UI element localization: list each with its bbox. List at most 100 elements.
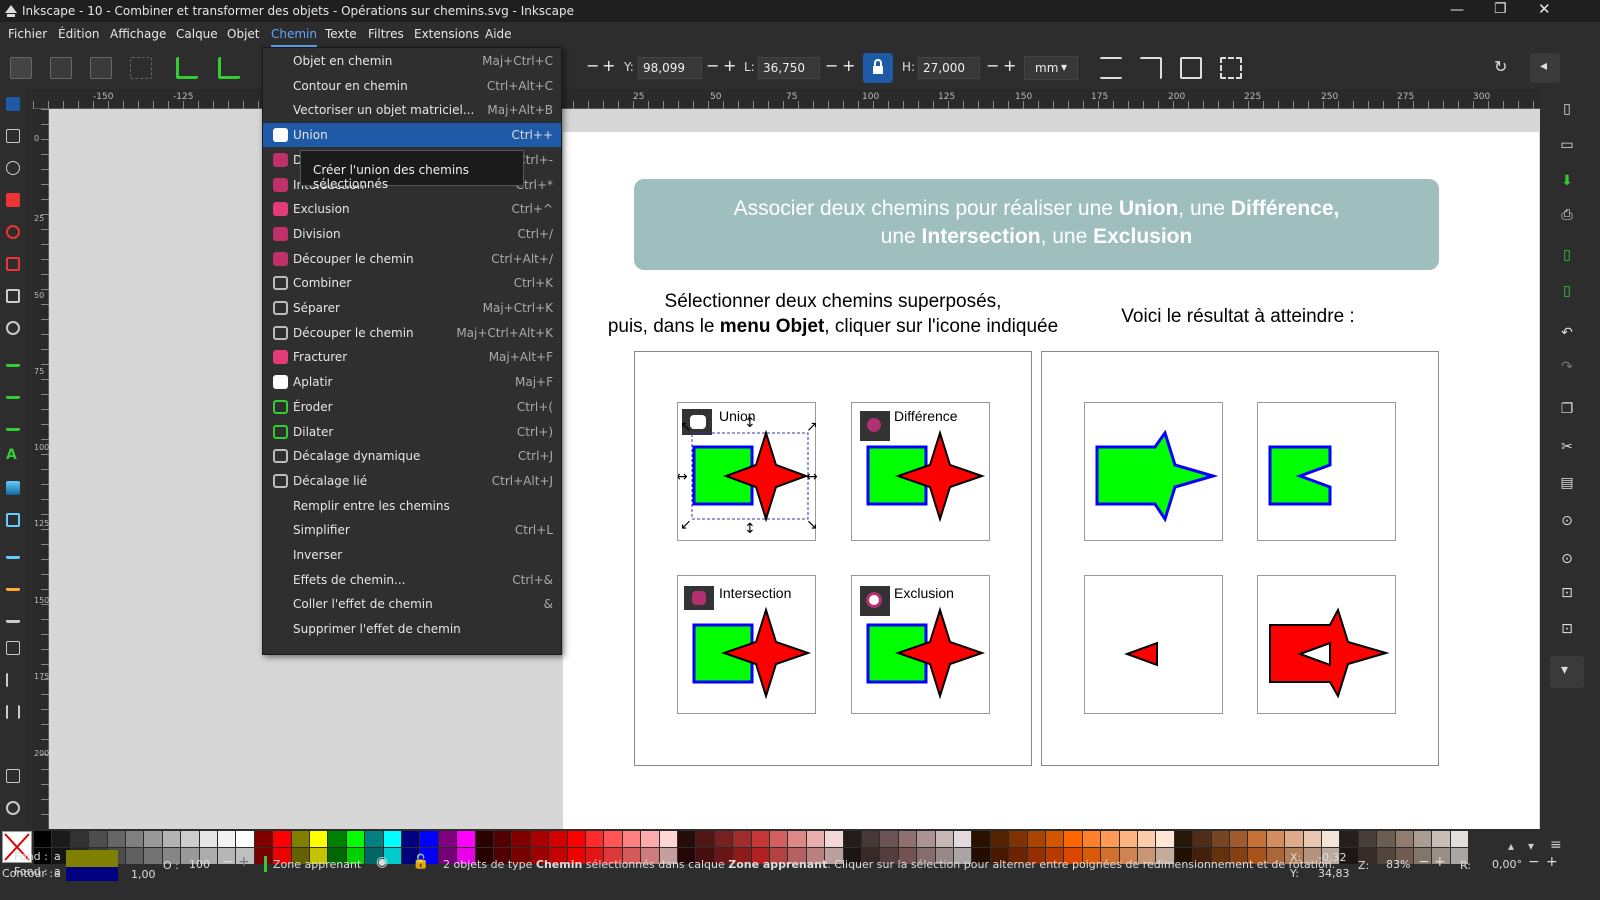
color-swatch[interactable] [512, 831, 530, 847]
color-swatch[interactable] [1414, 831, 1432, 847]
menu-aide[interactable]: Aide [485, 27, 512, 41]
menu-affichage[interactable]: Affichage [110, 27, 166, 41]
menu-item-séparer[interactable]: Séparer Maj+Ctrl+K [263, 296, 561, 320]
document-page[interactable]: Associer deux chemins pour réaliser une … [563, 132, 1539, 829]
menu-item-objet-en-chemin[interactable]: Objet en chemin Maj+Ctrl+C [263, 49, 561, 73]
menu-item-fracturer[interactable]: Fracturer Maj+Alt+F [263, 345, 561, 369]
zoom-selection-icon[interactable]: ⊙ [1557, 513, 1577, 531]
paint-bucket-tool-icon[interactable] [6, 577, 20, 591]
opacity-increment-button[interactable]: + [238, 854, 250, 870]
color-swatch[interactable] [218, 831, 236, 847]
color-swatch[interactable] [788, 831, 806, 847]
h-increment-button[interactable]: + [1003, 56, 1016, 75]
color-swatch[interactable] [438, 831, 457, 847]
menu-item-décalage-dynamique[interactable]: Décalage dynamique Ctrl+J [263, 444, 561, 468]
difference-card[interactable]: Différence [851, 402, 990, 541]
commands-toggle-button[interactable]: ◂ [1530, 53, 1560, 83]
zoom-width-icon[interactable]: ⊡ [1557, 621, 1577, 639]
rectangle-tool-icon[interactable] [6, 193, 20, 207]
select-same-icon[interactable] [130, 57, 152, 79]
menu-texte[interactable]: Texte [325, 27, 357, 41]
eraser-tool-icon[interactable] [6, 641, 20, 655]
color-swatch[interactable] [1119, 831, 1137, 847]
new-document-icon[interactable]: ▯ [1557, 101, 1577, 119]
fill-swatch[interactable] [66, 850, 118, 864]
deselect-icon[interactable] [90, 57, 112, 79]
menu-item-aplatir[interactable]: Aplatir Maj+F [263, 370, 561, 394]
color-swatch[interactable] [328, 831, 346, 847]
color-swatch[interactable] [604, 831, 622, 847]
color-swatch[interactable] [1377, 831, 1395, 847]
rotate-input[interactable]: 0,00° [1492, 858, 1522, 871]
color-swatch[interactable] [1211, 831, 1229, 847]
scale-corners-icon[interactable] [1140, 57, 1162, 79]
rotate-decrement-button[interactable]: − [1528, 854, 1540, 870]
x-decrement-button[interactable]: − [586, 56, 599, 75]
menu-filtres[interactable]: Filtres [368, 27, 404, 41]
color-swatch[interactable] [806, 831, 825, 847]
color-swatch[interactable] [1101, 831, 1119, 847]
gradient-tool-icon[interactable] [6, 481, 20, 495]
color-swatch[interactable] [1248, 831, 1266, 847]
zoom-increment-button[interactable]: + [1434, 854, 1446, 870]
zoom-drawing-icon[interactable]: ⊙ [1557, 551, 1577, 569]
y-decrement-button[interactable]: − [706, 56, 719, 75]
menu-item-coller-l-effet-de-chemin[interactable]: Coller l'effet de chemin & [263, 592, 561, 616]
color-swatch[interactable] [1322, 831, 1340, 847]
color-swatch[interactable] [383, 831, 401, 847]
color-swatch[interactable] [1266, 831, 1285, 847]
y-increment-button[interactable]: + [723, 56, 736, 75]
menu-item-dilater[interactable]: Dilater Ctrl+) [263, 420, 561, 444]
color-swatch[interactable] [1340, 831, 1358, 847]
rotate-increment-button[interactable]: + [1546, 854, 1558, 870]
open-icon[interactable]: ▭ [1557, 137, 1577, 155]
color-swatch[interactable] [273, 831, 291, 847]
menu-edition[interactable]: Édition [58, 27, 100, 41]
color-swatch[interactable] [862, 831, 880, 847]
color-swatch[interactable] [825, 831, 843, 847]
unit-select[interactable]: mm ▾ [1024, 56, 1078, 80]
color-swatch[interactable] [990, 831, 1009, 847]
color-swatch[interactable] [1193, 831, 1211, 847]
color-swatch[interactable] [162, 831, 181, 847]
color-swatch[interactable] [1156, 831, 1174, 847]
copy-icon[interactable]: ❐ [1557, 401, 1577, 419]
node-tool-icon[interactable] [6, 129, 20, 143]
eye-icon[interactable]: ◉ [376, 854, 388, 870]
menu-item-supprimer-l-effet-de-chemin[interactable]: Supprimer l'effet de chemin [263, 617, 561, 641]
color-swatch[interactable] [586, 831, 604, 847]
export-icon[interactable]: ▯ [1557, 283, 1577, 301]
menu-item-remplir-entre-les-chemins[interactable]: Remplir entre les chemins [263, 494, 561, 518]
selector-tool-icon[interactable] [6, 97, 20, 111]
opacity-input[interactable]: 100 [186, 855, 216, 875]
color-swatch[interactable] [310, 831, 328, 847]
zoom-tool-icon[interactable] [6, 801, 20, 815]
color-swatch[interactable] [52, 831, 70, 847]
color-swatch[interactable] [457, 831, 475, 847]
intersection-card[interactable]: Intersection [677, 575, 816, 714]
more-commands-button[interactable]: ▾ [1550, 656, 1584, 688]
color-swatch[interactable] [770, 831, 788, 847]
color-swatch[interactable] [1027, 831, 1045, 847]
color-swatch[interactable] [236, 831, 254, 847]
rotate-cw-icon[interactable] [218, 57, 240, 79]
scale-stroke-icon[interactable] [1100, 57, 1122, 79]
zoom-page-icon[interactable]: ⊡ [1557, 585, 1577, 603]
color-swatch[interactable] [1432, 831, 1450, 847]
y-input[interactable]: 98,099 [638, 57, 702, 79]
menu-item-éroder[interactable]: Éroder Ctrl+( [263, 395, 561, 419]
color-swatch[interactable] [843, 831, 861, 847]
color-swatch[interactable] [199, 831, 217, 847]
unlock-icon[interactable]: 🔓 [412, 854, 429, 870]
color-swatch[interactable] [1082, 831, 1101, 847]
3d-box-tool-icon[interactable] [6, 289, 20, 303]
menu-item-inverser[interactable]: Inverser [263, 543, 561, 567]
pencil-tool-icon[interactable] [6, 385, 20, 399]
maximize-icon[interactable]: ❐ [1494, 1, 1507, 17]
color-swatch[interactable] [291, 831, 309, 847]
stroke-width[interactable]: 1,00 [131, 868, 156, 881]
color-swatch[interactable] [70, 831, 89, 847]
document-properties-icon[interactable] [6, 769, 20, 783]
stroke-swatch[interactable] [66, 867, 118, 881]
scale-gradients-icon[interactable] [1180, 57, 1202, 79]
